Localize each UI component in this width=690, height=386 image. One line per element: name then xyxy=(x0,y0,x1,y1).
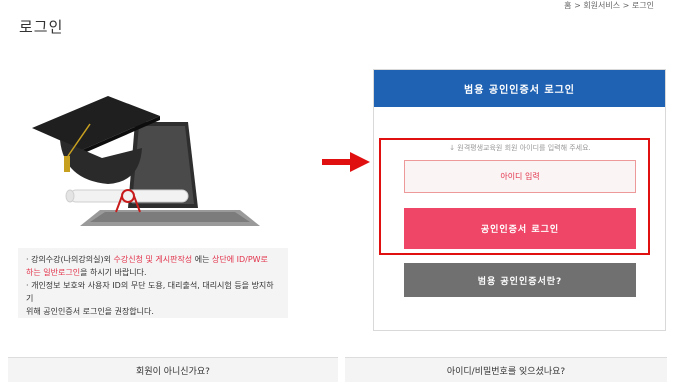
notice-line1-d: 상단에 ID/PW로 xyxy=(211,255,268,264)
notice-line1-a: · 강의수강(나의강의실)외 xyxy=(26,255,114,264)
notice-line4: 위해 공인인증서 로그인을 권장합니다. xyxy=(26,307,154,316)
graduation-laptop-illustration xyxy=(32,96,260,226)
cap-body xyxy=(60,140,142,184)
cert-login-panel-header: 범용 공인인증서 로그인 xyxy=(374,70,665,107)
page-title: 로그인 xyxy=(19,18,64,36)
notice-line1-c: 에는 xyxy=(192,255,212,264)
login-notice: · 강의수강(나의강의실)외 수강신청 및 게시판작성 에는 상단에 ID/PW… xyxy=(18,248,288,318)
tassel-icon xyxy=(64,156,70,172)
annotation-arrow-icon xyxy=(322,152,370,172)
cert-info-button[interactable]: 범용 공인인증서란? xyxy=(404,263,636,297)
notice-line2-b: 을 하시기 바랍니다. xyxy=(80,268,147,277)
notice-line1-b: 수강신청 및 게시판작성 xyxy=(113,255,193,264)
non-member-link[interactable]: 회원이 아니신가요? xyxy=(8,357,338,382)
forgot-credentials-link[interactable]: 아이디/비밀번호를 잊으셨나요? xyxy=(345,357,667,382)
notice-line2-a: 하는 일반로그인 xyxy=(26,268,81,277)
annotation-highlight-box xyxy=(379,138,650,255)
notice-line3: · 개인정보 보호와 사용자 ID의 무단 도용, 대리출석, 대리시험 등을 … xyxy=(26,281,274,303)
diploma-scroll xyxy=(69,189,189,203)
breadcrumb: 홈 > 회원서비스 > 로그인 xyxy=(564,1,654,10)
